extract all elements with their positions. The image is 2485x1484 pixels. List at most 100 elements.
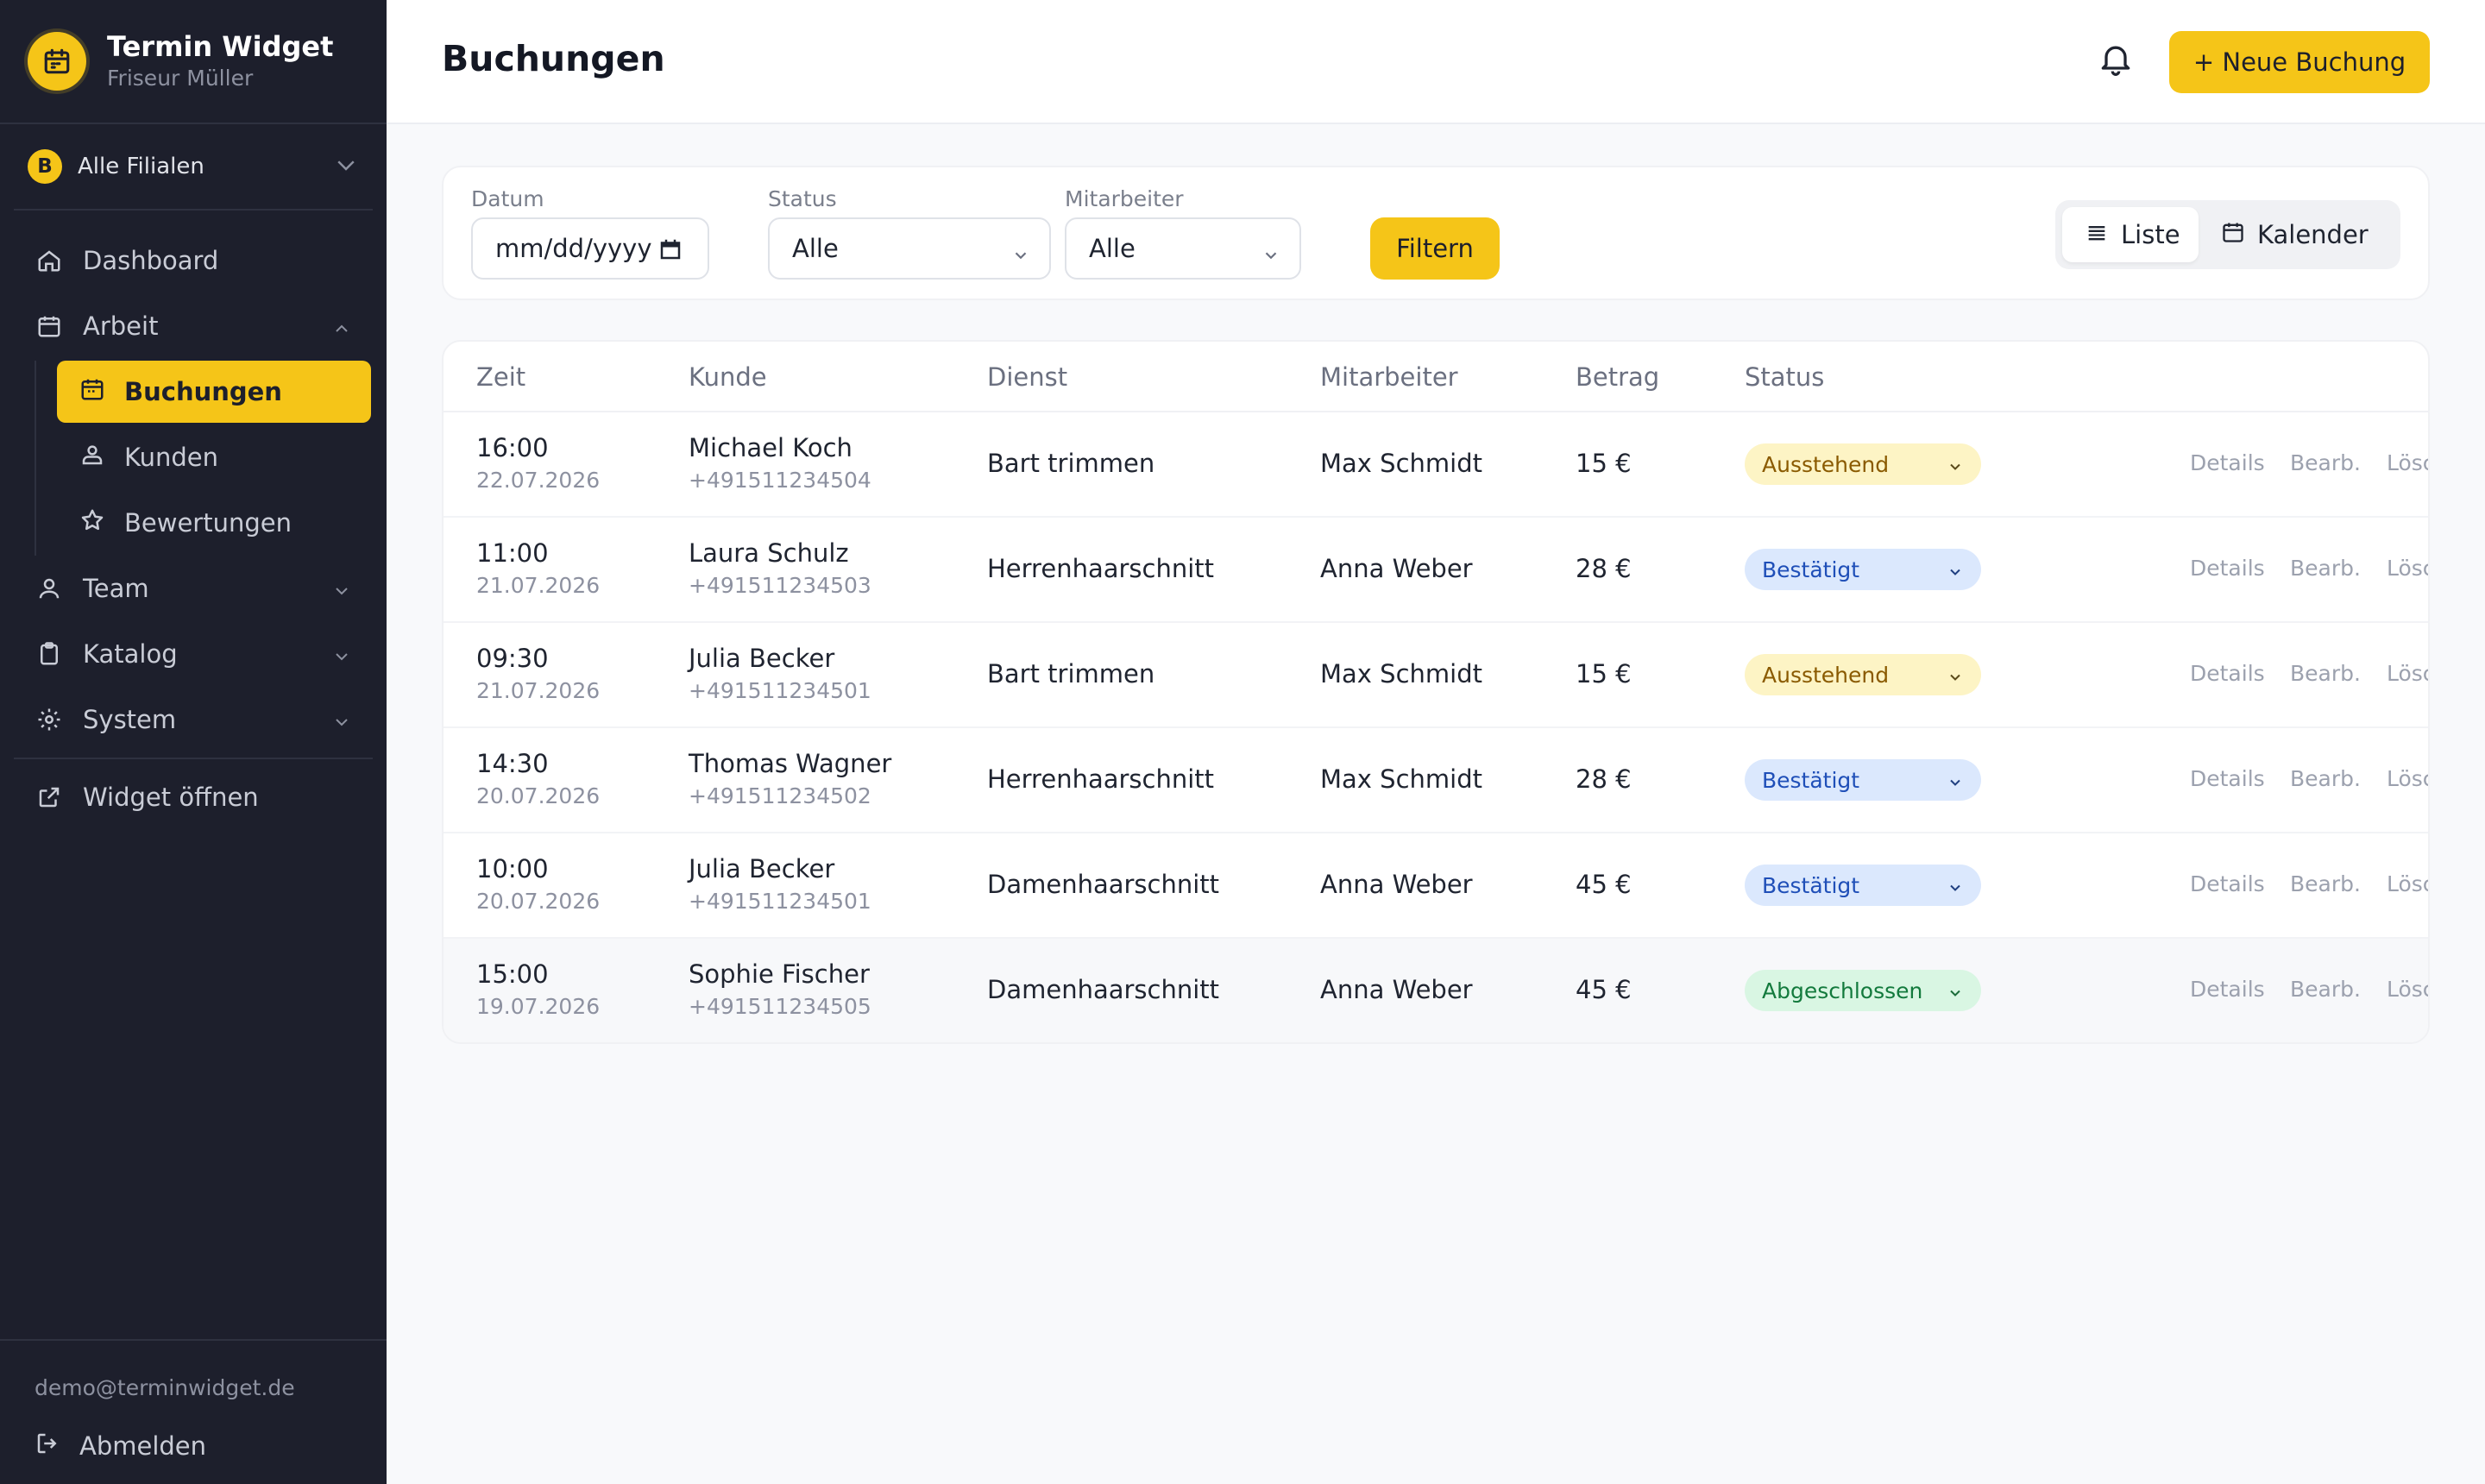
details-link[interactable]: Details: [2190, 661, 2265, 686]
sidebar-footer: demo@terminwidget.de Abmelden: [0, 1339, 387, 1484]
sidebar-item-katalog[interactable]: Katalog: [0, 621, 387, 687]
logout-icon: [35, 1431, 60, 1462]
view-list-button[interactable]: Liste: [2062, 207, 2199, 262]
sidebar-item-label: Buchungen: [124, 377, 282, 406]
chevron-down-icon: [1947, 771, 1964, 796]
booking-date: 21.07.2026: [476, 573, 601, 598]
status-select[interactable]: Bestätigt: [1745, 549, 1981, 590]
details-link[interactable]: Details: [2190, 977, 2265, 1002]
sidebar-item-arbeit[interactable]: Arbeit: [0, 293, 387, 359]
filter-bar: Datum mm/dd/yyyy Status Alle Mitarbeiter…: [442, 166, 2430, 300]
edit-link[interactable]: Bearb.: [2290, 871, 2361, 896]
booking-amount: 28 €: [1576, 554, 1632, 583]
status-select[interactable]: Bestätigt: [1745, 865, 1981, 906]
chevron-down-icon: [331, 644, 352, 673]
booking-time: 16:00: [476, 433, 549, 462]
details-link[interactable]: Details: [2190, 556, 2265, 581]
chevron-down-icon: [333, 152, 359, 181]
delete-link[interactable]: Lösch.: [2387, 766, 2428, 791]
delete-link[interactable]: Lösch.: [2387, 556, 2428, 581]
edit-link[interactable]: Bearb.: [2290, 977, 2361, 1002]
notifications-button[interactable]: [2093, 38, 2138, 83]
status-select[interactable]: Ausstehend: [1745, 654, 1981, 695]
calendar-icon: [79, 376, 105, 408]
sidebar-divider: [14, 758, 373, 759]
customer-phone: +491511234505: [689, 994, 871, 1019]
view-calendar-button[interactable]: Kalender: [2221, 207, 2394, 262]
sidebar-item-buchungen[interactable]: Buchungen: [57, 361, 371, 423]
sidebar: Termin Widget Friseur Müller B Alle Fili…: [0, 0, 387, 1484]
chevron-down-icon: [1947, 982, 1964, 1007]
logout-button[interactable]: Abmelden: [35, 1420, 206, 1472]
branch-label: Alle Filialen: [78, 154, 204, 179]
sidebar-item-team[interactable]: Team: [0, 556, 387, 621]
table-header: Zeit Kunde Dienst Mitarbeiter Betrag Sta…: [444, 342, 2428, 412]
booking-date: 22.07.2026: [476, 468, 601, 493]
status-filter-select[interactable]: Alle: [768, 217, 1051, 280]
status-value: Bestätigt: [1762, 767, 1860, 793]
service-name: Bart trimmen: [987, 449, 1155, 478]
column-header: Dienst: [987, 362, 1068, 392]
delete-link[interactable]: Lösch.: [2387, 977, 2428, 1002]
status-select[interactable]: Ausstehend: [1745, 443, 1981, 485]
booking-date: 21.07.2026: [476, 678, 601, 703]
sidebar-item-label: Widget öffnen: [83, 783, 259, 812]
status-value: Bestätigt: [1762, 556, 1860, 582]
delete-link[interactable]: Lösch.: [2387, 450, 2428, 475]
sidebar-item-kunden[interactable]: Kunden: [35, 424, 387, 490]
users-icon: [79, 442, 105, 474]
booking-date: 20.07.2026: [476, 889, 601, 914]
staff-name: Max Schmidt: [1320, 449, 1482, 478]
chevron-down-icon: [1947, 456, 1964, 481]
table-row: 11:00 21.07.2026 Laura Schulz +491511234…: [444, 518, 2428, 623]
filter-button[interactable]: Filtern: [1370, 217, 1500, 280]
external-link-icon: [35, 783, 64, 812]
status-select[interactable]: Bestätigt: [1745, 759, 1981, 801]
table-row: 15:00 19.07.2026 Sophie Fischer +4915112…: [444, 939, 2428, 1042]
booking-time: 09:30: [476, 644, 549, 673]
table-row: 14:30 20.07.2026 Thomas Wagner +49151123…: [444, 728, 2428, 833]
sidebar-submenu-arbeit: Buchungen Kunden Bewertungen: [35, 361, 387, 556]
new-booking-button[interactable]: + Neue Buchung: [2169, 31, 2430, 93]
staff-filter-label: Mitarbeiter: [1065, 186, 1184, 211]
status-value: Ausstehend: [1762, 451, 1890, 477]
home-icon: [35, 246, 64, 275]
view-toggle: Liste Kalender: [2055, 200, 2400, 269]
edit-link[interactable]: Bearb.: [2290, 766, 2361, 791]
details-link[interactable]: Details: [2190, 450, 2265, 475]
service-name: Damenhaarschnitt: [987, 870, 1220, 899]
staff-filter-select[interactable]: Alle: [1065, 217, 1301, 280]
delete-link[interactable]: Lösch.: [2387, 661, 2428, 686]
delete-link[interactable]: Lösch.: [2387, 871, 2428, 896]
sidebar-item-widget[interactable]: Widget öffnen: [0, 764, 387, 830]
details-link[interactable]: Details: [2190, 766, 2265, 791]
sidebar-item-system[interactable]: System: [0, 687, 387, 752]
sidebar-item-bewertungen[interactable]: Bewertungen: [35, 490, 387, 556]
date-filter-input[interactable]: mm/dd/yyyy: [471, 217, 709, 280]
service-name: Damenhaarschnitt: [987, 975, 1220, 1004]
edit-link[interactable]: Bearb.: [2290, 661, 2361, 686]
table-row: 10:00 20.07.2026 Julia Becker +491511234…: [444, 833, 2428, 939]
customer-name: Julia Becker: [689, 644, 835, 673]
gear-icon: [35, 705, 64, 734]
staff-name: Anna Weber: [1320, 975, 1473, 1004]
chevron-down-icon: [1947, 666, 1964, 691]
edit-link[interactable]: Bearb.: [2290, 556, 2361, 581]
status-select[interactable]: Abgeschlossen: [1745, 970, 1981, 1011]
customer-name: Julia Becker: [689, 854, 835, 883]
date-filter-label: Datum: [471, 186, 544, 211]
chevron-down-icon: [1947, 561, 1964, 586]
staff-name: Max Schmidt: [1320, 764, 1482, 794]
customer-name: Thomas Wagner: [689, 749, 892, 778]
booking-amount: 28 €: [1576, 764, 1632, 794]
sidebar-item-dashboard[interactable]: Dashboard: [0, 228, 387, 293]
booking-amount: 15 €: [1576, 659, 1632, 689]
service-name: Bart trimmen: [987, 659, 1155, 689]
booking-date: 20.07.2026: [476, 783, 601, 808]
branch-selector[interactable]: B Alle Filialen: [14, 124, 373, 211]
details-link[interactable]: Details: [2190, 871, 2265, 896]
business-name: Friseur Müller: [107, 66, 254, 91]
customer-name: Michael Koch: [689, 433, 852, 462]
view-calendar-label: Kalender: [2257, 220, 2369, 249]
edit-link[interactable]: Bearb.: [2290, 450, 2361, 475]
